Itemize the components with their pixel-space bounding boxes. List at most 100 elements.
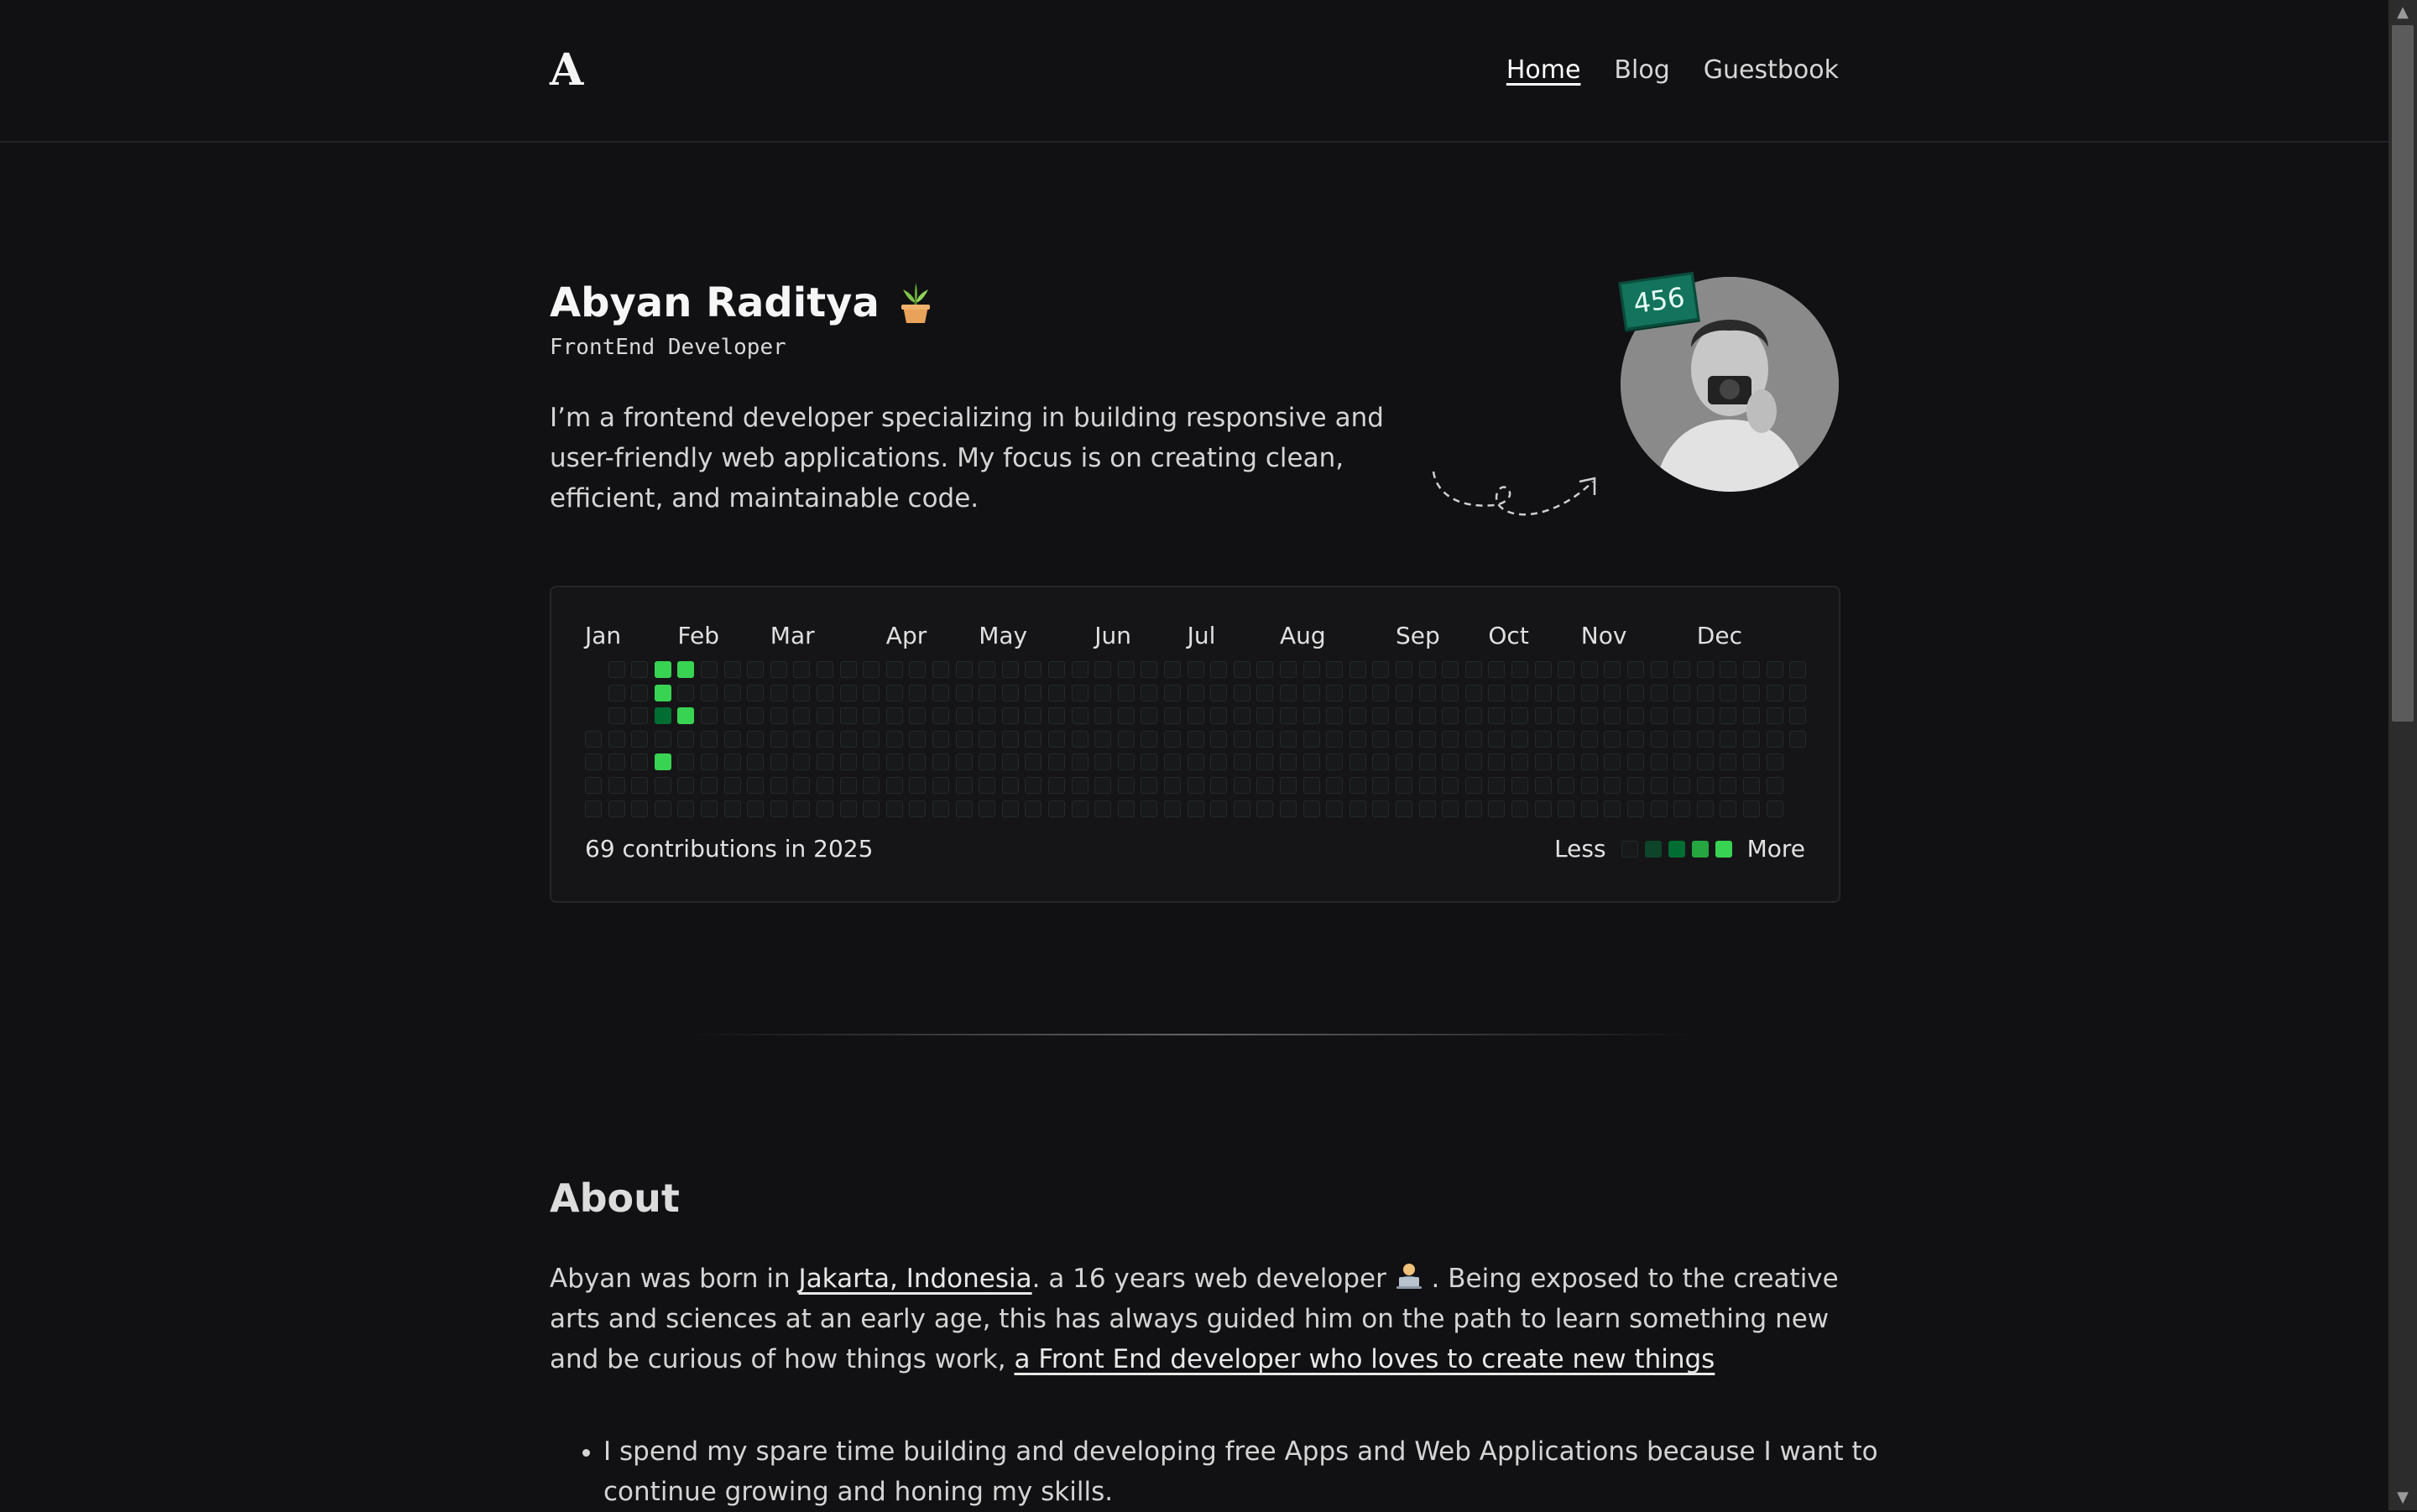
contribution-cell[interactable] xyxy=(909,730,927,748)
contribution-cell[interactable] xyxy=(885,730,903,748)
contribution-cell[interactable] xyxy=(1210,730,1228,748)
contribution-cell[interactable] xyxy=(1766,684,1783,701)
contribution-cell[interactable] xyxy=(1372,777,1390,794)
contribution-cell[interactable] xyxy=(1396,800,1412,817)
contribution-cell[interactable] xyxy=(701,800,718,817)
contribution-cell[interactable] xyxy=(1650,753,1668,771)
contribution-cell[interactable] xyxy=(1117,707,1135,725)
contribution-cell[interactable] xyxy=(1349,684,1366,701)
contribution-cell[interactable] xyxy=(909,753,927,771)
contribution-cell[interactable] xyxy=(1372,800,1390,817)
contribution-cell[interactable] xyxy=(817,684,833,701)
contribution-cell[interactable] xyxy=(1696,730,1714,748)
contribution-cell[interactable] xyxy=(1696,800,1714,817)
contribution-cell[interactable] xyxy=(1766,730,1783,748)
nav-blog[interactable]: Blog xyxy=(1614,52,1669,89)
contribution-cell[interactable] xyxy=(1141,730,1158,748)
contribution-cell[interactable] xyxy=(1164,777,1181,794)
contribution-cell[interactable] xyxy=(1094,684,1112,701)
contribution-cell[interactable] xyxy=(1696,753,1714,771)
contribution-cell[interactable] xyxy=(1164,661,1181,678)
contribution-cell[interactable] xyxy=(863,800,880,817)
contribution-cell[interactable] xyxy=(631,661,649,678)
contribution-cell[interactable] xyxy=(677,753,695,771)
site-logo[interactable]: A xyxy=(550,44,583,97)
contribution-cell[interactable] xyxy=(585,777,602,794)
contribution-cell[interactable] xyxy=(1534,661,1552,678)
contribution-cell[interactable] xyxy=(1025,800,1042,817)
contribution-cell[interactable] xyxy=(885,800,903,817)
contribution-cell[interactable] xyxy=(863,777,880,794)
contribution-cell[interactable] xyxy=(1001,661,1019,678)
contribution-cell[interactable] xyxy=(608,707,625,725)
contribution-cell[interactable] xyxy=(1604,777,1621,794)
contribution-cell[interactable] xyxy=(654,707,671,725)
contribution-cell[interactable] xyxy=(863,730,880,748)
contribution-cell[interactable] xyxy=(1558,707,1575,725)
contribution-cell[interactable] xyxy=(1048,707,1065,725)
contribution-cell[interactable] xyxy=(1001,753,1019,771)
contribution-cell[interactable] xyxy=(1025,661,1042,678)
contribution-cell[interactable] xyxy=(1488,777,1506,794)
contribution-cell[interactable] xyxy=(770,800,787,817)
contribution-cell[interactable] xyxy=(747,661,765,678)
contribution-cell[interactable] xyxy=(1720,707,1737,725)
contribution-cell[interactable] xyxy=(1696,684,1714,701)
contribution-cell[interactable] xyxy=(1766,800,1783,817)
contribution-cell[interactable] xyxy=(1464,730,1482,748)
contribution-cell[interactable] xyxy=(1558,753,1575,771)
contribution-cell[interactable] xyxy=(1464,800,1482,817)
contribution-cell[interactable] xyxy=(1534,730,1552,748)
contribution-cell[interactable] xyxy=(1558,777,1575,794)
contribution-cell[interactable] xyxy=(654,684,671,701)
contribution-cell[interactable] xyxy=(1071,777,1088,794)
contribution-cell[interactable] xyxy=(793,777,811,794)
contribution-cell[interactable] xyxy=(1048,730,1065,748)
contribution-cell[interactable] xyxy=(1396,777,1412,794)
contribution-cell[interactable] xyxy=(1302,707,1320,725)
contribution-cell[interactable] xyxy=(608,800,625,817)
contribution-cell[interactable] xyxy=(1117,684,1135,701)
contribution-cell[interactable] xyxy=(1488,684,1506,701)
contribution-cell[interactable] xyxy=(1117,753,1135,771)
contribution-cell[interactable] xyxy=(1256,707,1274,725)
contribution-cell[interactable] xyxy=(1743,707,1760,725)
contribution-cell[interactable] xyxy=(863,684,880,701)
contribution-cell[interactable] xyxy=(1558,730,1575,748)
contribution-cell[interactable] xyxy=(701,707,718,725)
contribution-cell[interactable] xyxy=(1349,800,1366,817)
contribution-cell[interactable] xyxy=(1558,800,1575,817)
contribution-cell[interactable] xyxy=(932,707,949,725)
contribution-cell[interactable] xyxy=(1650,800,1668,817)
contribution-cell[interactable] xyxy=(793,661,811,678)
contribution-cell[interactable] xyxy=(1349,661,1366,678)
contribution-cell[interactable] xyxy=(1720,684,1737,701)
scroll-up-icon[interactable]: ▲ xyxy=(2388,0,2417,25)
contribution-cell[interactable] xyxy=(1696,777,1714,794)
contribution-cell[interactable] xyxy=(1025,753,1042,771)
contribution-cell[interactable] xyxy=(1349,707,1366,725)
contribution-cell[interactable] xyxy=(1164,684,1181,701)
contribution-cell[interactable] xyxy=(1418,730,1436,748)
contribution-cell[interactable] xyxy=(885,707,903,725)
contribution-cell[interactable] xyxy=(1233,707,1250,725)
contribution-cell[interactable] xyxy=(608,753,625,771)
contribution-cell[interactable] xyxy=(1280,777,1297,794)
contribution-cell[interactable] xyxy=(631,730,649,748)
location-link[interactable]: Jakarta, Indonesia xyxy=(799,1264,1032,1294)
contribution-cell[interactable] xyxy=(1442,707,1459,725)
contribution-cell[interactable] xyxy=(723,730,741,748)
contribution-cell[interactable] xyxy=(1280,661,1297,678)
contribution-cell[interactable] xyxy=(932,684,949,701)
contribution-cell[interactable] xyxy=(770,684,787,701)
contribution-cell[interactable] xyxy=(932,753,949,771)
contribution-cell[interactable] xyxy=(1580,661,1598,678)
contribution-cell[interactable] xyxy=(1256,684,1274,701)
contribution-cell[interactable] xyxy=(793,684,811,701)
contribution-cell[interactable] xyxy=(839,753,857,771)
contribution-cell[interactable] xyxy=(1580,684,1598,701)
contribution-cell[interactable] xyxy=(1048,800,1065,817)
contribution-cell[interactable] xyxy=(1604,730,1621,748)
contribution-cell[interactable] xyxy=(1511,707,1528,725)
contribution-cell[interactable] xyxy=(1627,753,1644,771)
